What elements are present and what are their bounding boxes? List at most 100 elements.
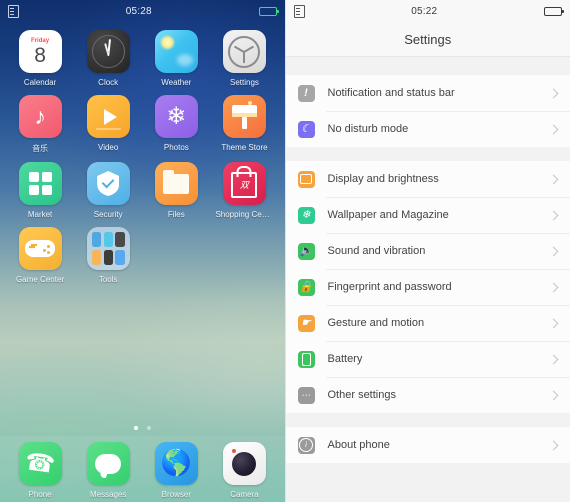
clock-icon[interactable] (86, 30, 130, 73)
phone-handset-icon[interactable]: ☎ (18, 442, 62, 485)
film-strip (95, 128, 121, 130)
settings-row-wallpaper-and-magazine[interactable]: ❄ Wallpaper and Magazine (286, 197, 570, 233)
message-bubble-icon[interactable] (86, 442, 130, 485)
theme-handle (241, 117, 247, 129)
app-files[interactable]: Files (142, 162, 210, 219)
settings-row-notification-and-status-bar[interactable]: ! Notification and status bar (286, 75, 570, 111)
shopping-bag-icon[interactable]: 双 (222, 162, 266, 205)
app-label: Tools (98, 275, 118, 284)
gear-ring (228, 35, 261, 68)
settings-list[interactable]: ! Notification and status bar ☾ No distu… (285, 57, 570, 502)
grid-tile (41, 172, 52, 182)
app-label: Calendar (23, 78, 57, 87)
sim-card-icon (293, 4, 305, 18)
video-play-icon[interactable] (86, 95, 130, 138)
info-icon: i (297, 436, 315, 454)
settings-status-time: 05:22 (411, 5, 438, 17)
settings-row-no-disturb-mode[interactable]: ☾ No disturb mode (286, 111, 570, 147)
app-theme-store[interactable]: Theme Store (210, 95, 278, 154)
dock-app-browser[interactable]: 🌎 Browser (142, 442, 210, 502)
settings-gear-icon[interactable] (222, 30, 266, 73)
settings-row-sound-and-vibration[interactable]: 🔈 Sound and vibration (286, 233, 570, 269)
folder-mini-icon (103, 232, 113, 248)
settings-row-label: Other settings (327, 389, 396, 401)
display-glyph (300, 174, 312, 184)
status-right-group (258, 6, 279, 16)
app-label: Messages (89, 490, 127, 499)
settings-row-label: Sound and vibration (327, 245, 426, 257)
photos-flower-icon[interactable]: ❄ (154, 95, 198, 138)
app-weather[interactable]: Weather (142, 30, 210, 87)
settings-group: i About phone (285, 427, 570, 463)
market-grid-icon[interactable] (18, 162, 62, 205)
sim-card-icon (8, 4, 19, 18)
app-settings[interactable]: Settings (210, 30, 278, 87)
files-folder-icon[interactable] (154, 162, 198, 205)
folder-mini-icon (115, 249, 125, 265)
dock-app-messages[interactable]: Messages (74, 442, 142, 502)
browser-globe-icon[interactable]: 🌎 (154, 442, 198, 485)
app-security[interactable]: Security (74, 162, 142, 219)
settings-row-label: Display and brightness (327, 173, 439, 185)
calendar-icon[interactable]: Friday 8 (18, 30, 62, 73)
dots-glyph: ⋯ (301, 389, 311, 400)
settings-group: Display and brightness ❄ Wallpaper and M… (285, 161, 570, 413)
folder-tools[interactable]: Tools (74, 227, 142, 284)
settings-row-label: Notification and status bar (327, 87, 455, 99)
app-label: Camera (230, 490, 259, 499)
app-label: Game Center (16, 275, 65, 284)
gamepad-icon[interactable] (18, 227, 62, 270)
app-label: Photos (163, 143, 189, 152)
battery-glyph (301, 352, 311, 366)
settings-row-display-and-brightness[interactable]: Display and brightness (286, 161, 570, 197)
settings-row-about-phone[interactable]: i About phone (286, 427, 570, 463)
settings-row-label: About phone (327, 439, 390, 451)
tools-folder-icon[interactable] (86, 227, 130, 270)
speaker-glyph: 🔈 (299, 244, 313, 257)
folder-mini-icon (91, 232, 102, 248)
app-shopping-center[interactable]: 双 Shopping Cen··· (210, 162, 278, 219)
theme-store-icon[interactable] (222, 95, 266, 138)
chevron-right-icon (548, 124, 559, 134)
dock-app-phone[interactable]: ☎ Phone (6, 442, 74, 502)
settings-row-label: Wallpaper and Magazine (327, 209, 449, 221)
flower-glyph: ❄ (166, 102, 187, 130)
dock-app-camera[interactable]: Camera (210, 442, 278, 502)
folder-mini-icon (115, 232, 125, 248)
app-photos[interactable]: ❄ Photos (142, 95, 210, 154)
dock: ☎ Phone Messages 🌎 Browser Camera (0, 436, 285, 502)
page-indicator[interactable] (0, 426, 285, 430)
grid-shape (28, 172, 52, 195)
moon-icon: ☾ (297, 120, 315, 138)
settings-screen-panel: 05:22 Settings ! Notification and status… (284, 0, 570, 502)
padlock-glyph: 🔒 (299, 280, 313, 293)
settings-row-battery[interactable]: Battery (286, 341, 570, 377)
app-row: Game Center Tools (6, 227, 279, 284)
battery-charging-icon (258, 6, 279, 16)
bag-shape: 双 (231, 172, 258, 198)
app-clock[interactable]: Clock (74, 30, 142, 87)
info-glyph: i (299, 438, 313, 452)
settings-row-fingerprint-and-password[interactable]: 🔒 Fingerprint and password (286, 269, 570, 305)
security-shield-icon[interactable] (86, 162, 130, 205)
camera-lens-icon[interactable] (222, 442, 266, 485)
weather-icon[interactable] (154, 30, 198, 73)
app-video[interactable]: Video (74, 95, 142, 154)
app-game-center[interactable]: Game Center (6, 227, 74, 284)
battery-setting-icon (297, 350, 315, 368)
music-note-icon[interactable]: ♪ (18, 95, 62, 138)
gamepad-shape (25, 240, 56, 257)
grid-tile (28, 185, 39, 195)
app-market[interactable]: Market (6, 162, 74, 219)
settings-row-gesture-and-motion[interactable]: ☛ Gesture and motion (286, 305, 570, 341)
settings-row-other-settings[interactable]: ⋯ Other settings (286, 377, 570, 413)
app-calendar[interactable]: Friday 8 Calendar (6, 30, 74, 87)
page-dot-active[interactable] (133, 426, 138, 430)
app-row: Friday 8 Calendar Clock Weather Settings (6, 30, 279, 87)
check-mark (102, 176, 115, 189)
app-label: Market (27, 210, 53, 219)
app-label: Security (93, 210, 123, 219)
page-dot[interactable] (146, 426, 151, 430)
app-music[interactable]: ♪ 音乐 (6, 95, 74, 154)
calendar-day-number: 8 (34, 43, 46, 67)
